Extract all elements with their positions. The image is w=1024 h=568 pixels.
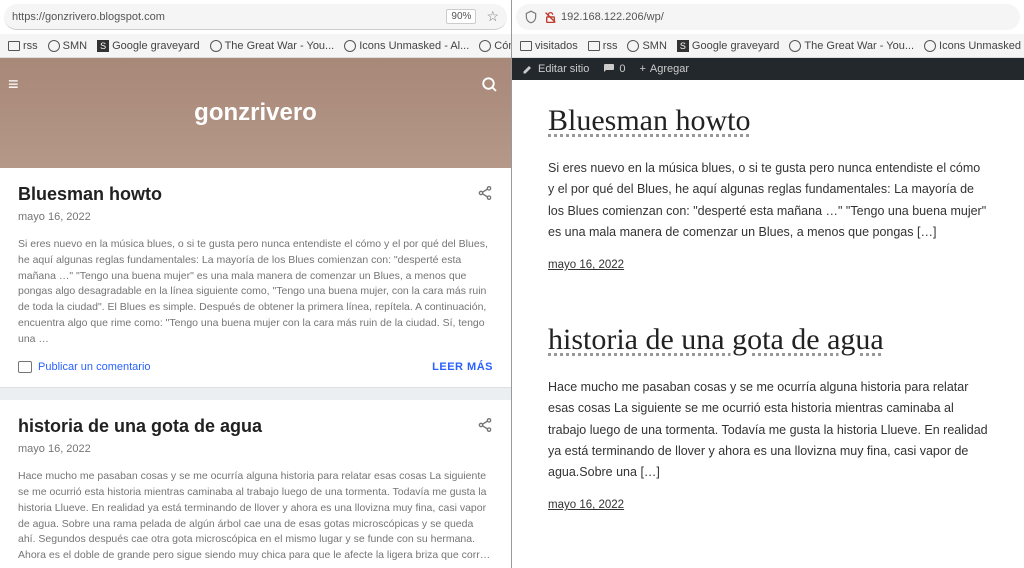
bookmarks-bar-left: rss SMN SGoogle graveyard The Great War … — [0, 34, 511, 58]
site-icon: S — [97, 40, 109, 52]
post-excerpt: Hace mucho me pasaban cosas y se me ocur… — [18, 469, 493, 564]
bookmark-rss[interactable]: rss — [588, 40, 618, 52]
bookmark-visitados[interactable]: visitados — [520, 40, 578, 52]
bookmarks-bar-right: visitados rss SMN SGoogle graveyard The … — [512, 34, 1024, 58]
wp-post: historia de una gota de agua Hace mucho … — [548, 323, 988, 513]
search-icon[interactable] — [481, 76, 499, 94]
blog-post-card: Bluesman howto mayo 16, 2022 Si eres nue… — [0, 168, 511, 388]
blogger-page: ≡ gonzrivero Bluesman howto mayo 16, 202… — [0, 58, 511, 568]
wp-post-date[interactable]: mayo 16, 2022 — [548, 259, 624, 271]
url-bar-right[interactable]: 192.168.122.206/wp/ — [516, 4, 1020, 30]
wp-post-title[interactable]: historia de una gota de agua — [548, 323, 988, 357]
bookmark-icons[interactable]: Icons Unmasked - Al... — [344, 40, 469, 52]
wp-page: Bluesman howto Si eres nuevo en la músic… — [512, 80, 1024, 568]
bookmark-icons[interactable]: Icons Unmasked - Al... — [924, 40, 1024, 52]
share-icon[interactable] — [477, 184, 493, 202]
url-text: https://gonzrivero.blogspot.com — [12, 11, 446, 23]
blog-post-card: historia de una gota de agua mayo 16, 20… — [0, 400, 511, 568]
bookmark-star-icon[interactable]: ☆ — [486, 8, 499, 25]
site-title[interactable]: gonzrivero — [194, 99, 317, 127]
wp-post-excerpt: Hace mucho me pasaban cosas y se me ocur… — [548, 377, 988, 483]
wp-post-date[interactable]: mayo 16, 2022 — [548, 499, 624, 511]
lock-insecure-icon[interactable] — [544, 10, 557, 24]
wp-edit-site[interactable]: Editar sitio — [522, 63, 589, 75]
shield-icon[interactable] — [524, 10, 538, 24]
globe-icon — [48, 40, 60, 52]
bookmark-greatwar[interactable]: The Great War - You... — [789, 40, 914, 52]
bookmark-graveyard[interactable]: SGoogle graveyard — [677, 40, 779, 52]
post-date: mayo 16, 2022 — [18, 211, 493, 223]
folder-icon — [8, 41, 20, 51]
wp-comments[interactable]: 0 — [603, 63, 625, 75]
left-browser-pane: https://gonzrivero.blogspot.com 90% ☆ rs… — [0, 0, 512, 568]
post-date: mayo 16, 2022 — [18, 443, 493, 455]
wp-post: Bluesman howto Si eres nuevo en la músic… — [548, 104, 988, 273]
bookmark-desmontar[interactable]: Cómo desmontar, un... — [479, 40, 511, 52]
comment-link[interactable]: Publicar un comentario — [18, 361, 151, 373]
wp-add-new[interactable]: + Agregar — [639, 63, 689, 75]
bookmark-rss[interactable]: rss — [8, 40, 38, 52]
zoom-badge[interactable]: 90% — [446, 9, 476, 24]
globe-icon — [479, 40, 491, 52]
comment-icon — [18, 361, 32, 373]
bookmark-smn[interactable]: SMN — [627, 40, 666, 52]
hamburger-icon[interactable]: ≡ — [8, 74, 19, 95]
globe-icon — [344, 40, 356, 52]
globe-icon — [210, 40, 222, 52]
globe-icon — [627, 40, 639, 52]
right-browser-pane: 192.168.122.206/wp/ visitados rss SMN SG… — [512, 0, 1024, 568]
folder-icon — [588, 41, 600, 51]
globe-icon — [789, 40, 801, 52]
blogger-header: ≡ gonzrivero — [0, 58, 511, 168]
globe-icon — [924, 40, 936, 52]
post-title[interactable]: Bluesman howto — [18, 184, 162, 205]
plus-icon: + — [639, 63, 645, 75]
wp-post-title[interactable]: Bluesman howto — [548, 104, 988, 138]
bookmark-greatwar[interactable]: The Great War - You... — [210, 40, 335, 52]
post-excerpt: Si eres nuevo en la música blues, o si t… — [18, 237, 493, 347]
bookmark-graveyard[interactable]: SGoogle graveyard — [97, 40, 199, 52]
wp-admin-bar: Editar sitio 0 + Agregar — [512, 58, 1024, 80]
share-icon[interactable] — [477, 416, 493, 434]
folder-icon — [520, 41, 532, 51]
wp-post-excerpt: Si eres nuevo en la música blues, o si t… — [548, 158, 988, 243]
bookmark-smn[interactable]: SMN — [48, 40, 87, 52]
url-text: 192.168.122.206/wp/ — [561, 11, 664, 23]
read-more-link[interactable]: LEER MÁS — [432, 361, 493, 373]
post-title[interactable]: historia de una gota de agua — [18, 416, 262, 437]
url-bar-left[interactable]: https://gonzrivero.blogspot.com 90% ☆ — [4, 4, 507, 30]
site-icon: S — [677, 40, 689, 52]
